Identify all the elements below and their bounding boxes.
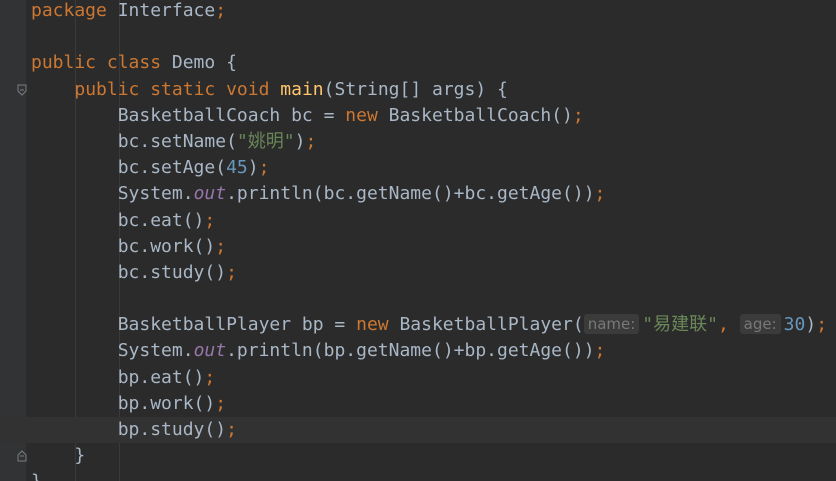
code-line-text: package Interface; — [31, 0, 226, 24]
code-line[interactable]: bp.work(); — [0, 391, 836, 417]
code-token: BasketballCoach bc = — [31, 104, 346, 126]
code-token: bp.study() — [31, 419, 227, 440]
code-token: bc.eat() — [31, 209, 205, 231]
code-token: BasketballCoach() — [377, 104, 573, 126]
code-token: ; — [305, 130, 317, 152]
code-token: Interface — [106, 0, 216, 21]
code-line[interactable]: System.out.println(bp.getName()+bp.getAg… — [0, 338, 836, 364]
code-token: ; — [204, 209, 216, 231]
code-token: package — [31, 0, 107, 21]
code-line[interactable]: bc.eat(); — [0, 208, 836, 234]
code-token: ; — [816, 314, 828, 336]
code-editor[interactable]: package Interface; public class Demo { pu… — [0, 0, 836, 481]
code-line-text: bc.setAge(45); — [31, 155, 270, 181]
code-line[interactable]: System.out.println(bc.getName()+bc.getAg… — [0, 181, 836, 207]
code-line-text: bc.eat(); — [31, 208, 216, 234]
code-area[interactable]: package Interface; public class Demo { pu… — [0, 0, 836, 481]
code-token: BasketballPlayer( — [388, 314, 584, 336]
code-token: System. — [31, 340, 194, 362]
code-line[interactable]: } — [0, 469, 836, 481]
code-token: Demo { — [161, 52, 237, 74]
code-line[interactable]: public class Demo { — [0, 50, 836, 76]
code-token: 30 — [783, 314, 806, 336]
code-line-text: System.out.println(bc.getName()+bc.getAg… — [31, 181, 606, 207]
code-token: .println(bc.getName()+bc.getAge()) — [226, 183, 595, 205]
code-line-text: BasketballCoach bc = new BasketballCoach… — [31, 103, 584, 129]
code-line-text: bp.eat(); — [31, 365, 216, 391]
fold-open-icon[interactable] — [17, 84, 27, 96]
code-token: System. — [31, 183, 194, 205]
code-line-text: bc.setName("姚明"); — [31, 129, 317, 155]
code-line-text: System.out.println(bp.getName()+bp.getAg… — [31, 338, 606, 364]
code-token: ) — [294, 130, 306, 152]
code-line[interactable]: bc.study(); — [0, 260, 836, 286]
code-line-text: public static void main(String[] args) { — [31, 77, 508, 103]
code-token: main — [280, 78, 324, 100]
code-line-text: bp.work(); — [31, 391, 226, 417]
code-token: ; — [594, 183, 606, 205]
code-token: .println(bp.getName()+bp.getAge()) — [226, 340, 595, 362]
code-token: public static void — [74, 78, 270, 100]
code-token: bc.work() — [31, 235, 216, 257]
code-token: ; — [226, 261, 237, 283]
code-token: (String[] args) { — [323, 78, 508, 100]
code-token: bc.setAge( — [31, 157, 227, 179]
code-line[interactable]: bc.work(); — [0, 234, 836, 260]
code-token: ; — [215, 235, 227, 257]
code-line[interactable]: BasketballPlayer bp = new BasketballPlay… — [0, 312, 836, 338]
code-token: ; — [594, 340, 606, 362]
code-token: "姚明" — [236, 130, 295, 152]
code-token: , — [717, 314, 740, 336]
code-line[interactable]: bp.eat(); — [0, 365, 836, 391]
code-token: BasketballPlayer bp = — [31, 314, 357, 336]
code-line-text: BasketballPlayer bp = new BasketballPlay… — [31, 312, 827, 338]
code-line[interactable]: } — [0, 443, 836, 469]
code-line-text: bc.work(); — [31, 234, 226, 260]
code-token: public class — [31, 52, 162, 74]
code-token: bc.study() — [31, 261, 227, 283]
code-line-text: } — [31, 443, 85, 469]
fold-close-icon[interactable] — [17, 450, 27, 462]
code-token: ; — [204, 366, 216, 388]
code-token: new — [345, 104, 378, 126]
code-line[interactable] — [0, 286, 836, 312]
code-line-text: bp.study(); — [31, 417, 237, 443]
code-token: bc.setName( — [31, 130, 237, 152]
code-token: out — [193, 340, 227, 362]
code-token: ) — [805, 314, 817, 336]
code-line[interactable]: bc.setAge(45); — [0, 155, 836, 181]
code-token: ; — [258, 157, 270, 179]
code-token: out — [193, 183, 227, 205]
code-line-text: bc.study(); — [31, 260, 237, 286]
parameter-hint: age: — [739, 314, 781, 335]
code-token: "易建联" — [642, 314, 718, 336]
code-line[interactable]: public static void main(String[] args) { — [0, 77, 836, 103]
code-token: bp.work() — [31, 392, 216, 414]
code-token: ) — [247, 157, 259, 179]
code-line[interactable]: bc.setName("姚明"); — [0, 129, 836, 155]
code-token: } — [31, 445, 86, 467]
code-token: ; — [226, 419, 237, 440]
code-line[interactable] — [0, 24, 836, 50]
code-line[interactable]: package Interface; — [0, 0, 836, 24]
code-token: ; — [215, 392, 227, 414]
code-line[interactable]: bp.study(); — [0, 417, 836, 444]
code-line[interactable]: BasketballCoach bc = new BasketballCoach… — [0, 103, 836, 129]
code-token: ; — [572, 104, 584, 126]
code-line-text: public class Demo { — [31, 50, 237, 76]
code-token: ; — [215, 0, 227, 21]
code-line-text: } — [31, 469, 42, 481]
code-token: bp.eat() — [31, 366, 205, 388]
code-token: } — [31, 471, 42, 481]
code-token: 45 — [226, 157, 248, 179]
code-token: new — [356, 314, 389, 336]
parameter-hint: name: — [583, 314, 640, 335]
